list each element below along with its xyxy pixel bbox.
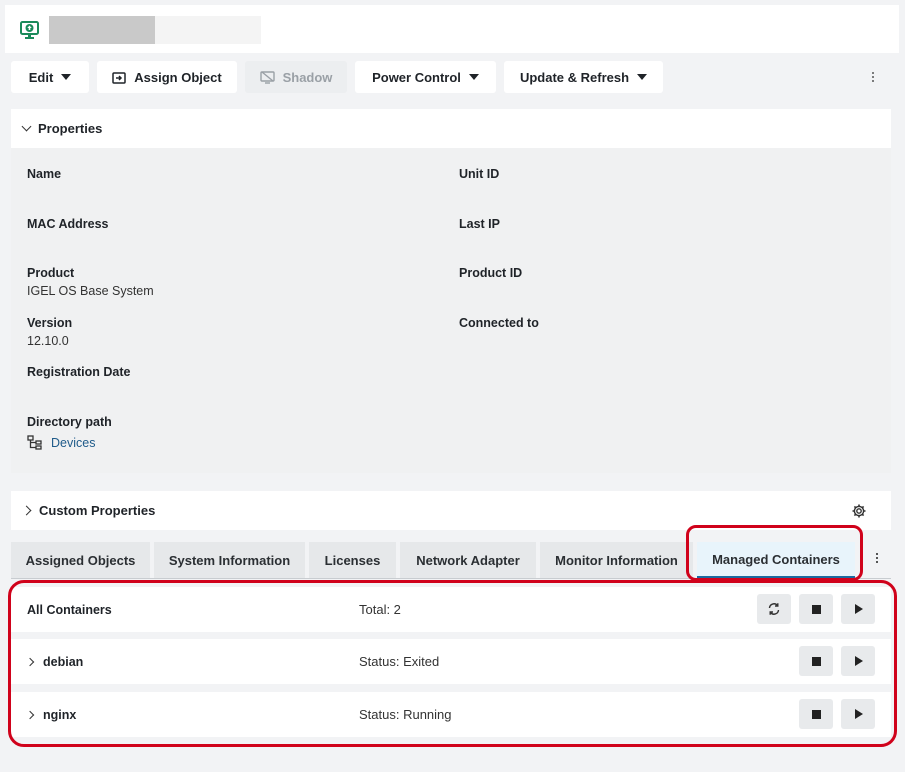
caret-down-icon xyxy=(61,74,72,80)
shadow-button[interactable]: Shadow xyxy=(245,61,347,93)
stop-all-button[interactable] xyxy=(799,594,833,624)
stop-icon xyxy=(811,656,821,666)
all-containers-label: All Containers xyxy=(27,602,112,617)
product-field: Product IGEL OS Base System xyxy=(27,266,154,298)
start-container-button[interactable] xyxy=(841,646,875,676)
assign-object-button[interactable]: Assign Object xyxy=(97,61,237,93)
caret-down-icon xyxy=(637,74,648,80)
containers-total: Total: 2 xyxy=(359,602,401,617)
version-field: Version 12.10.0 xyxy=(27,316,73,348)
chevron-down-icon xyxy=(21,121,32,132)
directory-path-field: Directory path Devices xyxy=(27,415,112,450)
chevron-right-icon xyxy=(21,505,32,516)
connected-to-field: Connected to xyxy=(459,316,539,330)
unit-id-field: Unit ID xyxy=(459,167,500,181)
container-row-debian[interactable]: debian Status: Exited xyxy=(11,639,891,684)
edit-button[interactable]: Edit xyxy=(11,61,89,93)
container-name: nginx xyxy=(43,707,77,722)
container-name: debian xyxy=(43,654,84,669)
start-all-button[interactable] xyxy=(841,594,875,624)
container-row-nginx[interactable]: nginx Status: Running xyxy=(11,692,891,737)
page-header xyxy=(5,5,899,53)
tab-monitor-information[interactable]: Monitor Information xyxy=(540,542,693,578)
caret-down-icon xyxy=(468,74,479,80)
shadow-monitor-icon xyxy=(259,70,275,84)
tab-managed-containers[interactable]: Managed Containers xyxy=(697,542,855,578)
directory-link[interactable]: Devices xyxy=(27,435,112,450)
directory-tree-icon xyxy=(27,435,42,450)
start-container-button[interactable] xyxy=(841,699,875,729)
custom-properties-header[interactable]: Custom Properties xyxy=(11,491,891,530)
name-field: Name xyxy=(27,167,62,181)
update-refresh-button[interactable]: Update & Refresh xyxy=(504,61,663,93)
last-ip-field: Last IP xyxy=(459,217,500,231)
assign-icon xyxy=(112,71,127,84)
stop-icon xyxy=(811,709,821,719)
tab-network-adapter[interactable]: Network Adapter xyxy=(400,542,536,578)
more-options-icon[interactable] xyxy=(865,69,881,85)
tab-licenses[interactable]: Licenses xyxy=(309,542,396,578)
container-status: Status: Exited xyxy=(359,654,440,669)
mac-address-field: MAC Address xyxy=(27,217,109,231)
tab-bar: Assigned Objects System Information Lice… xyxy=(11,538,891,579)
registration-date-field: Registration Date xyxy=(27,365,131,379)
stop-container-button[interactable] xyxy=(799,699,833,729)
gear-icon[interactable] xyxy=(851,503,867,519)
tab-assigned-objects[interactable]: Assigned Objects xyxy=(11,542,150,578)
containers-panel: All Containers Total: 2 debian Status: E… xyxy=(11,587,891,740)
properties-panel: Properties Name Unit ID MAC Address Last… xyxy=(11,109,891,473)
monitor-upload-icon xyxy=(20,21,39,39)
tab-system-information[interactable]: System Information xyxy=(154,542,305,578)
product-id-field: Product ID xyxy=(459,266,523,280)
play-icon xyxy=(855,604,863,614)
chevron-right-icon[interactable] xyxy=(25,657,35,666)
device-name-redacted xyxy=(49,16,155,44)
container-status: Status: Running xyxy=(359,707,452,722)
play-icon xyxy=(855,709,863,719)
toolbar: Edit Assign Object Shadow Power Control … xyxy=(5,53,899,101)
chevron-right-icon[interactable] xyxy=(25,710,35,719)
all-containers-row: All Containers Total: 2 xyxy=(11,587,891,632)
power-control-button[interactable]: Power Control xyxy=(355,61,496,93)
stop-icon xyxy=(811,604,821,614)
play-icon xyxy=(855,656,863,666)
properties-header[interactable]: Properties xyxy=(11,109,891,148)
stop-container-button[interactable] xyxy=(799,646,833,676)
refresh-all-button[interactable] xyxy=(757,594,791,624)
device-name-redacted-tail xyxy=(155,16,261,44)
refresh-icon xyxy=(768,603,780,615)
tabs-more-icon[interactable] xyxy=(869,550,885,566)
